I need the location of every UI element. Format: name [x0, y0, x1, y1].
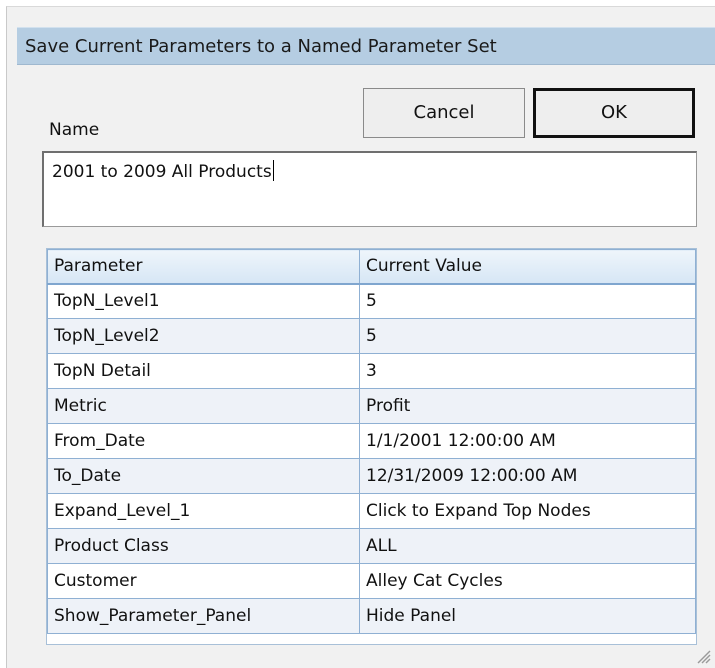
parameter-cell[interactable]: From_Date: [47, 423, 360, 459]
parameter-cell[interactable]: Customer: [47, 563, 360, 599]
name-label: Name: [49, 120, 100, 140]
value-cell[interactable]: 12/31/2009 12:00:00 AM: [359, 458, 696, 494]
value-cell[interactable]: 1/1/2001 12:00:00 AM: [359, 423, 696, 459]
resize-grip-icon[interactable]: [695, 648, 711, 664]
value-cell[interactable]: Profit: [359, 388, 696, 424]
text-caret: [272, 160, 274, 181]
table-row[interactable]: Customer Alley Cat Cycles: [47, 563, 696, 599]
column-header-current-value[interactable]: Current Value: [359, 249, 696, 285]
name-field-value: 2001 to 2009 All Products: [52, 162, 272, 182]
value-cell[interactable]: Click to Expand Top Nodes: [359, 493, 696, 529]
value-cell[interactable]: 5: [359, 283, 696, 319]
parameter-cell[interactable]: Expand_Level_1: [47, 493, 360, 529]
column-header-parameter[interactable]: Parameter: [47, 249, 360, 285]
parameters-grid[interactable]: Parameter Current Value TopN_Level1 5 To…: [46, 248, 697, 645]
dialog-titlebar: Save Current Parameters to a Named Param…: [17, 27, 715, 65]
parameter-cell[interactable]: Product Class: [47, 528, 360, 564]
table-row[interactable]: TopN_Level2 5: [47, 318, 696, 354]
cancel-button[interactable]: Cancel: [363, 88, 525, 138]
value-cell[interactable]: Hide Panel: [359, 598, 696, 634]
parameter-cell[interactable]: Metric: [47, 388, 360, 424]
parameter-cell[interactable]: TopN_Level2: [47, 318, 360, 354]
parameter-cell[interactable]: To_Date: [47, 458, 360, 494]
table-row[interactable]: From_Date 1/1/2001 12:00:00 AM: [47, 423, 696, 459]
parameter-cell[interactable]: TopN_Level1: [47, 283, 360, 319]
name-field[interactable]: 2001 to 2009 All Products: [42, 151, 697, 227]
parameter-cell[interactable]: TopN Detail: [47, 353, 360, 389]
table-row[interactable]: TopN_Level1 5: [47, 283, 696, 319]
save-parameters-dialog: Save Current Parameters to a Named Param…: [6, 6, 715, 668]
value-cell[interactable]: Alley Cat Cycles: [359, 563, 696, 599]
table-row[interactable]: To_Date 12/31/2009 12:00:00 AM: [47, 458, 696, 494]
value-cell[interactable]: 5: [359, 318, 696, 354]
table-row[interactable]: Show_Parameter_Panel Hide Panel: [47, 598, 696, 634]
value-cell[interactable]: 3: [359, 353, 696, 389]
dialog-title: Save Current Parameters to a Named Param…: [25, 36, 497, 57]
parameters-table: Parameter Current Value TopN_Level1 5 To…: [47, 249, 696, 634]
value-cell[interactable]: ALL: [359, 528, 696, 564]
ok-button[interactable]: OK: [533, 88, 695, 138]
table-row[interactable]: TopN Detail 3: [47, 353, 696, 389]
table-row[interactable]: Expand_Level_1 Click to Expand Top Nodes: [47, 493, 696, 529]
parameter-cell[interactable]: Show_Parameter_Panel: [47, 598, 360, 634]
table-row[interactable]: Product Class ALL: [47, 528, 696, 564]
table-header-row: Parameter Current Value: [47, 249, 696, 285]
table-row[interactable]: Metric Profit: [47, 388, 696, 424]
